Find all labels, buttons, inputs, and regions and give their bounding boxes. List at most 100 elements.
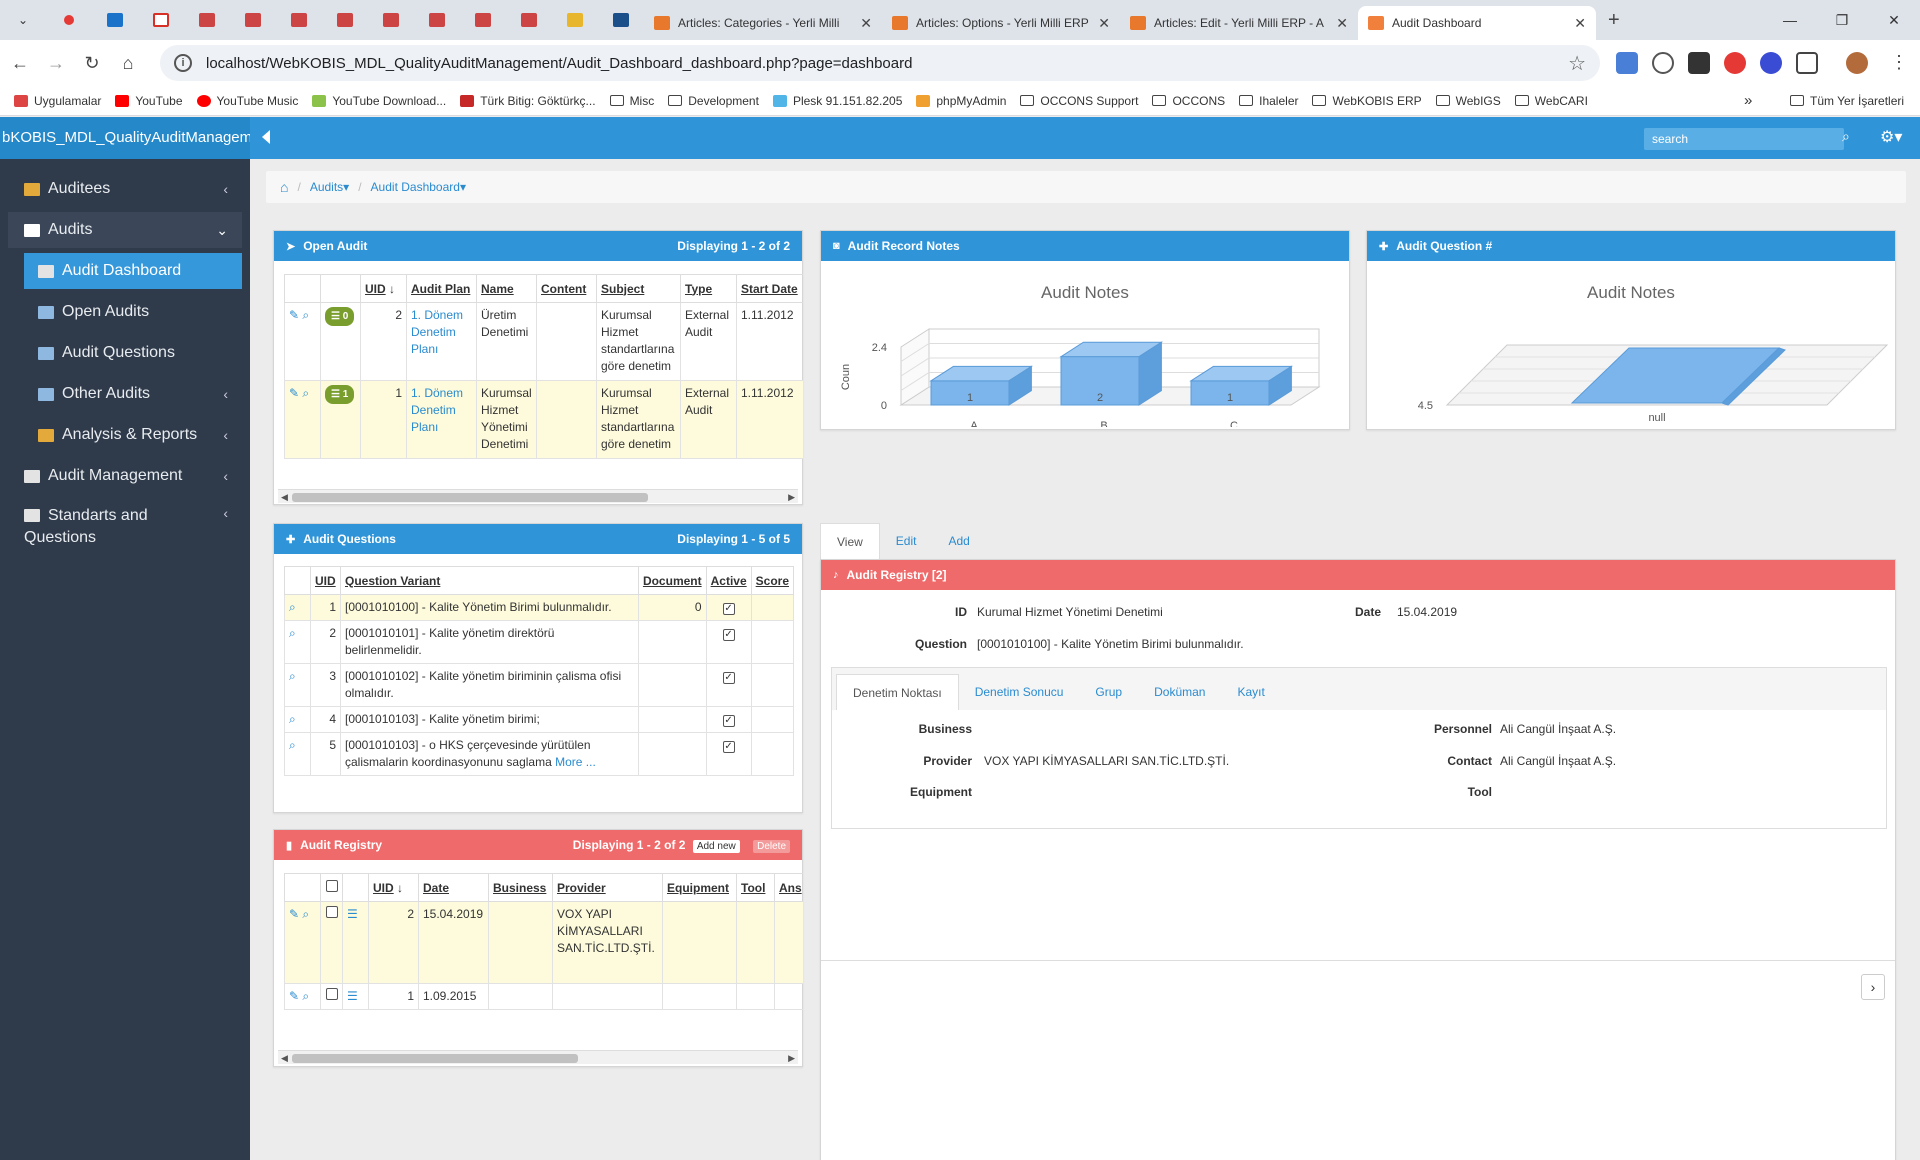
back-icon[interactable]: ← [4,53,36,74]
sort-subject[interactable]: Subject [601,282,644,296]
bookmark-folder-occons-support[interactable]: OCCONS Support [1020,94,1138,108]
sort-document[interactable]: Document [643,574,702,588]
bookmark-folder-occons[interactable]: OCCONS [1152,94,1225,108]
reload-icon[interactable]: ↻ [76,53,108,74]
sort-business[interactable]: Business [493,881,546,895]
site-info-icon[interactable]: i [174,54,192,72]
translate-icon[interactable] [1616,52,1638,74]
sidebar-item-audit-questions[interactable]: Audit Questions [24,335,242,371]
scroll-left-icon[interactable]: ◀ [281,490,288,504]
bookmark-youtube-download[interactable]: YouTube Download... [312,94,446,108]
color-picker-icon[interactable] [1724,52,1746,74]
more-bookmarks-button[interactable]: » [1744,92,1752,109]
audit-plan-link[interactable]: 1. Dönem Denetim Planı [411,308,463,356]
tab-view[interactable]: View [820,523,880,559]
subtab-denetim-sonucu[interactable]: Denetim Sonucu [959,674,1080,710]
bookmark-star-icon[interactable]: ☆ [1568,51,1586,76]
pinned-tab[interactable] [46,0,92,40]
more-link[interactable]: More ... [555,755,596,769]
edit-icon[interactable]: ✎ [289,907,299,921]
edit-icon[interactable]: ✎ [289,308,299,322]
col-date[interactable]: Date [418,873,489,902]
sort-uid[interactable]: UID [365,282,386,296]
close-icon[interactable]: ✕ [860,15,872,32]
sort-start-date[interactable]: Start Date [741,282,798,296]
col-score[interactable]: Score [750,566,795,595]
view-icon[interactable]: ⌕ [289,669,296,683]
list-icon[interactable]: ☰ [347,989,358,1003]
minimize-icon[interactable]: — [1764,0,1816,40]
sidebar-item-auditees[interactable]: Auditees ‹ [8,171,242,207]
col-subject[interactable]: Subject [596,274,681,303]
close-window-icon[interactable]: ✕ [1868,0,1920,40]
home-icon[interactable]: ⌂ [112,53,144,74]
search-icon[interactable]: ⌕ [1842,128,1850,145]
scroll-right-icon[interactable]: ▶ [788,490,795,504]
col-tool[interactable]: Tool [736,873,775,902]
pinned-tab[interactable] [322,0,368,40]
sort-provider[interactable]: Provider [557,881,606,895]
scroll-right-icon[interactable]: ▶ [788,1051,795,1065]
sort-uid[interactable]: UID [315,574,336,588]
table-row[interactable]: ⌕ 1 [0001010100] - Kalite Yönetim Birimi… [284,594,795,621]
sidebar-item-audits[interactable]: Audits ⌄ [8,212,242,248]
table-row[interactable]: ⌕ 2 [0001010101] - Kalite yönetim direkt… [284,620,795,664]
infinity-icon[interactable] [1760,52,1782,74]
sort-tool[interactable]: Tool [741,881,765,895]
bookmark-folder-webcari[interactable]: WebCARI [1514,94,1588,108]
scroll-thumb[interactable] [292,1054,578,1063]
subtab-dokuman[interactable]: Doküman [1138,674,1221,710]
col-uid[interactable]: UID ↓ [360,274,407,303]
col-start-date[interactable]: Start Date [736,274,803,303]
browser-tab[interactable]: Articles: Edit - Yerli Milli ERP - A ✕ [1120,6,1358,40]
bookmark-folder-misc[interactable]: Misc [609,94,654,108]
sidebar-item-standards[interactable]: Standarts and Questions ‹ [8,499,242,549]
subtab-grup[interactable]: Grup [1079,674,1138,710]
col-business[interactable]: Business [488,873,553,902]
new-tab-button[interactable]: + [1608,9,1620,32]
col-type[interactable]: Type [680,274,737,303]
col-document[interactable]: Document [637,566,707,595]
col-name[interactable]: Name [476,274,537,303]
restore-icon[interactable]: ❐ [1816,0,1868,40]
bookmark-apps[interactable]: Uygulamalar [14,94,101,108]
pinned-tab[interactable] [92,0,138,40]
col-content[interactable]: Content [536,274,597,303]
close-icon[interactable]: ✕ [1098,15,1110,32]
sidebar-item-other-audits[interactable]: Other Audits ‹ [24,376,242,412]
pinned-tab[interactable] [414,0,460,40]
browser-tab[interactable]: Articles: Categories - Yerli Milli ✕ [644,6,882,40]
col-provider[interactable]: Provider [552,873,663,902]
profile-avatar[interactable] [1846,52,1868,74]
extension-icon[interactable] [1688,52,1710,74]
pinned-tab[interactable] [460,0,506,40]
sort-name[interactable]: Name [481,282,514,296]
view-icon[interactable]: ⌕ [289,738,296,752]
sort-score[interactable]: Score [756,574,789,588]
select-all-checkbox[interactable] [325,880,338,892]
close-icon[interactable]: ✕ [1574,15,1586,32]
tab-search-button[interactable]: ⌄ [0,0,46,40]
sort-answer[interactable]: Ans [779,881,802,895]
col-active[interactable]: Active [705,566,752,595]
view-icon[interactable]: ⌕ [289,626,296,640]
sidebar-item-audit-dashboard[interactable]: Audit Dashboard [24,253,242,289]
pinned-tab[interactable] [138,0,184,40]
breadcrumb-audits[interactable]: Audits▾ [310,180,349,194]
col-uid[interactable]: UID [310,566,341,595]
bookmark-plesk[interactable]: Plesk 91.151.82.205 [772,94,902,108]
sort-uid[interactable]: UID [373,881,394,895]
bookmark-turk-bitig[interactable]: Türk Bitig: Göktürkç... [460,94,596,108]
horizontal-scrollbar[interactable]: ◀ ▶ [278,489,798,503]
bookmark-folder-ihaleler[interactable]: Ihaleler [1239,94,1298,108]
list-icon[interactable]: ☰ [347,907,358,921]
table-row[interactable]: ✎ ⌕ ☰ 1 1 1. Dönem Denetim Planı Kurumsa… [284,380,803,459]
horizontal-scrollbar[interactable]: ◀ ▶ [278,1050,798,1064]
pinned-tab[interactable] [552,0,598,40]
notes-badge[interactable]: ☰ 1 [325,385,355,404]
sidebar-item-audit-management[interactable]: Audit Management ‹ [8,458,242,494]
sort-question-variant[interactable]: Question Variant [345,574,440,588]
recycle-icon[interactable] [1652,52,1674,74]
close-icon[interactable]: ✕ [1336,15,1348,32]
bookmark-phpmyadmin[interactable]: phpMyAdmin [916,94,1006,108]
